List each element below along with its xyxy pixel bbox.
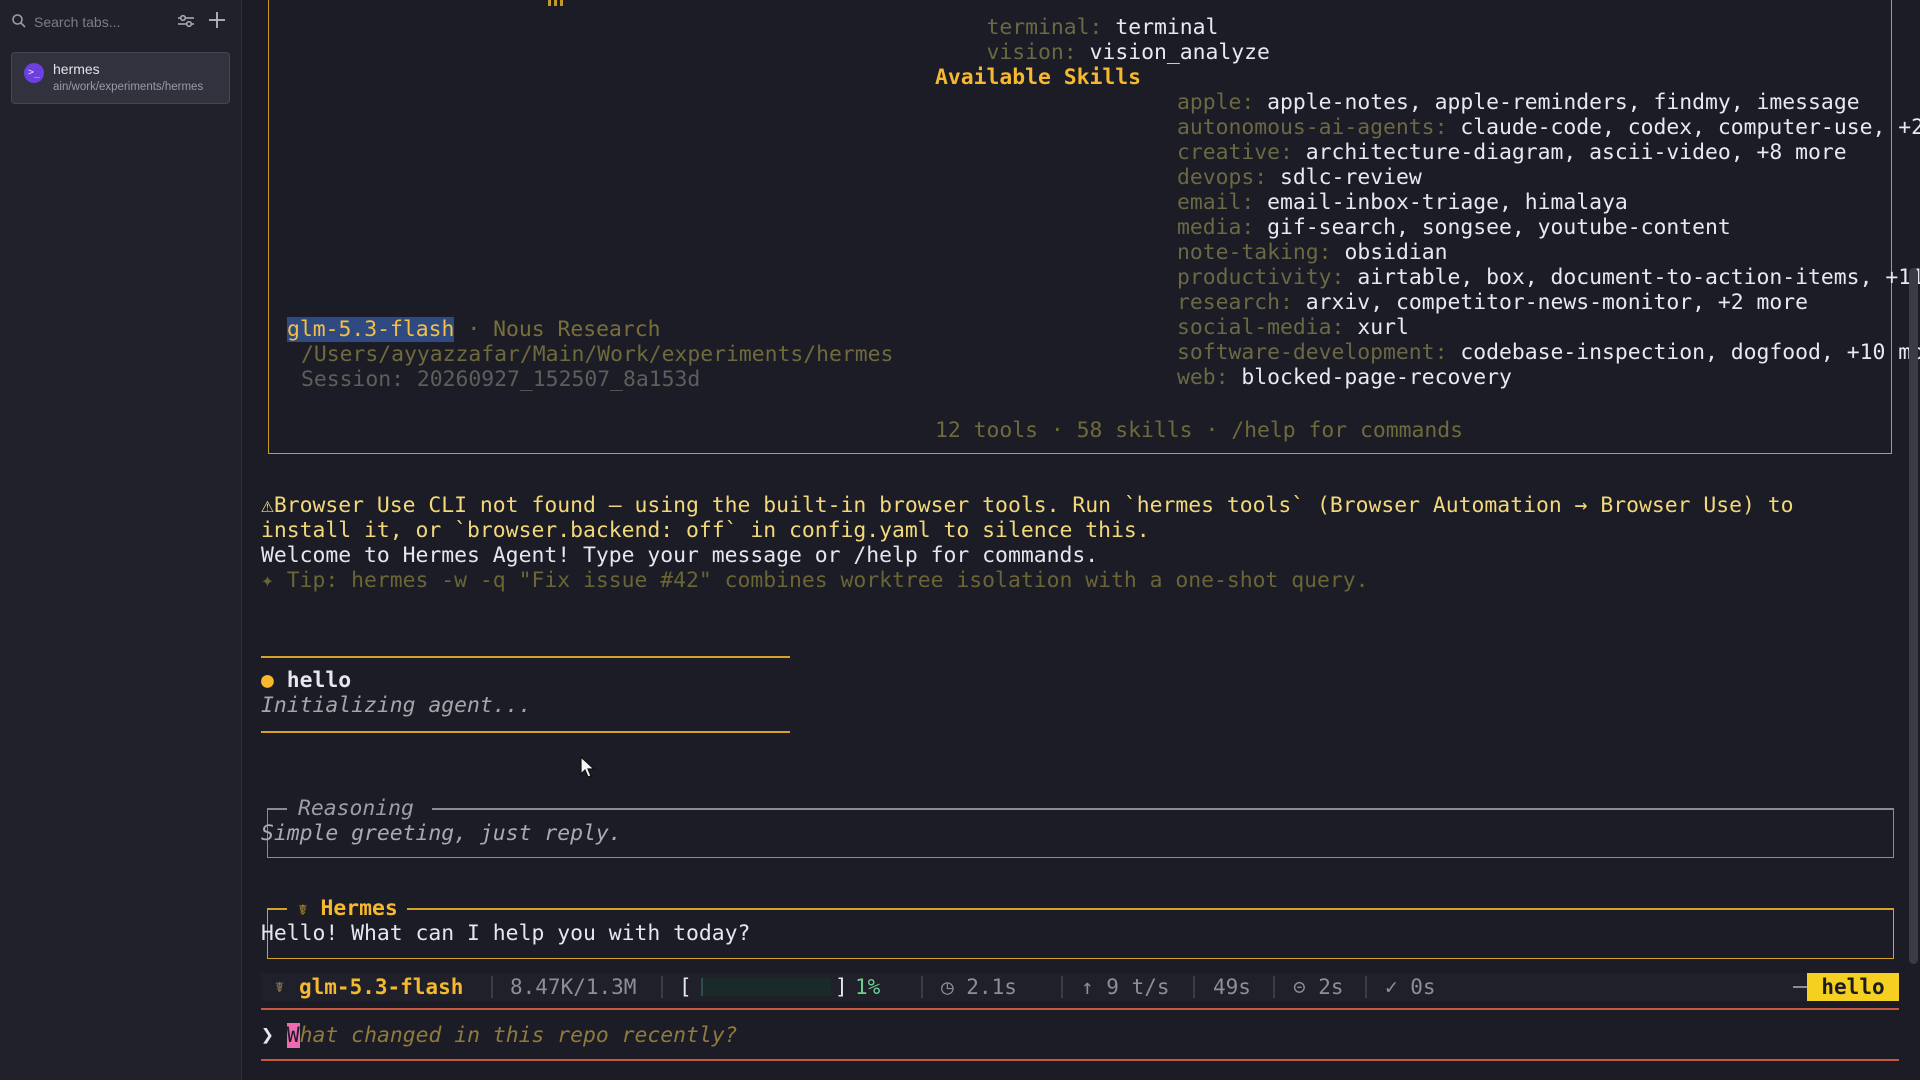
banner-summary: 12 tools · 58 skills · /help for command… (935, 418, 1464, 443)
prompt-placeholder: hat changed in this repo recently? (299, 1023, 738, 1048)
hermes-reply-title: ☤ Hermes (298, 896, 398, 921)
user-bullet-icon: ● (261, 668, 274, 693)
banner-session: Session: 20260927_152507_8a153d (301, 367, 701, 392)
input-bottom-rule (261, 1059, 1899, 1061)
sidebar: >_ hermes ain/work/experiments/hermes (0, 0, 242, 1080)
status-speed: ↑ 9 t/s (1081, 975, 1170, 999)
terminal-pane[interactable]: ⠁⠃⠁ ⠉⠛⠋⠁ ⠙⠛⠛ ⣤⣶⣿⣷⣤⣄⠀⠀⣠⣶⣷⣦ ⣿⣿⡟⠛⢿⣿⡆⢸⣿⠛⣿⡇ ⢿… (242, 0, 1920, 1080)
browser-warning-line2: install it, or `browser.backend: off` in… (261, 518, 1150, 543)
sidebar-tab-hermes[interactable]: >_ hermes ain/work/experiments/hermes (11, 52, 230, 104)
prompt-input[interactable]: ❯ What changed in this repo recently? (261, 1023, 738, 1048)
reasoning-title: Reasoning (298, 796, 414, 821)
status-model: glm-5.3-flash (299, 975, 464, 999)
new-tab-plus-icon[interactable] (206, 9, 228, 31)
status-context-percent: 1% (855, 975, 881, 999)
status-idle: ⊝ 2s (1293, 975, 1344, 999)
tab-title: hermes (53, 61, 100, 77)
status-latency: ◷ 2.1s (941, 975, 1017, 999)
banner-cwd: /Users/ayyazzafar/Main/Work/experiments/… (301, 342, 894, 367)
skill-category-line: creative: architecture-diagram, ascii-vi… (1177, 140, 1847, 165)
caduceus-icon: ☤ (275, 978, 285, 996)
browser-warning-line1: ⚠Browser Use CLI not found — using the b… (261, 493, 1794, 518)
skill-category-line: note-taking: obsidian (1177, 240, 1448, 265)
user-turn-line: ● hello (261, 668, 352, 693)
text-cursor: W (286, 1023, 300, 1048)
tab-path: ain/work/experiments/hermes (53, 81, 204, 93)
skills-heading: Available Skills (935, 65, 1142, 90)
skill-category-line: media: gif-search, songsee, youtube-cont… (1177, 215, 1731, 240)
caduceus-icon: ☤ (298, 900, 308, 919)
skill-category-line: research: arxiv, competitor-news-monitor… (1177, 290, 1809, 315)
filter-icon[interactable] (176, 11, 196, 31)
skill-category-line: autonomous-ai-agents: claude-code, codex… (1177, 115, 1920, 140)
input-top-rule (261, 1008, 1899, 1010)
mouse-pointer-icon (580, 756, 596, 778)
session-title-badge: hello (1807, 973, 1899, 1001)
prompt-chevron-icon: ❯ (261, 1023, 274, 1048)
model-name-highlight: glm-5.3-flash (287, 317, 455, 342)
agent-init-status: Initializing agent... (261, 693, 532, 718)
status-tokens: 8.47K/1.3M (510, 975, 637, 999)
reasoning-text: Simple greeting, just reply. (261, 821, 622, 846)
status-bar: ☤ glm-5.3-flash 8.47K/1.3M [ ] 1% ◷ 2.1s… (261, 973, 1899, 1001)
welcome-message: Welcome to Hermes Agent! Type your messa… (261, 543, 1099, 568)
user-turn-top-rule (261, 656, 790, 658)
skill-category-line: software-development: codebase-inspectio… (1177, 340, 1920, 365)
skill-category-line: productivity: airtable, box, document-to… (1177, 265, 1920, 290)
skill-category-line: web: blocked-page-recovery (1177, 365, 1512, 390)
status-elapsed: 49s (1213, 975, 1251, 999)
search-icon (12, 14, 26, 28)
tab-search-row (0, 0, 241, 42)
svg-text:⠉⠛⠋⠁: ⠉⠛⠋⠁ (420, 0, 464, 8)
skill-category-line: devops: sdlc-review (1177, 165, 1422, 190)
skill-category-line: social-media: xurl (1177, 315, 1409, 340)
skill-category-line: email: email-inbox-triage, himalaya (1177, 190, 1628, 215)
hermes-ascii-logo-icon: ⠁⠃⠁ ⠉⠛⠋⠁ ⠙⠛⠛ ⣤⣶⣿⣷⣤⣄⠀⠀⣠⣶⣷⣦ ⣿⣿⡟⠛⢿⣿⡆⢸⣿⠛⣿⡇ ⢿… (420, 0, 563, 8)
user-turn-bottom-rule (261, 731, 790, 733)
tip-message: ✦ Tip: hermes -w -q "Fix issue #42" comb… (261, 568, 1369, 593)
tab-search-input[interactable] (32, 10, 166, 34)
skill-category-line: apple: apple-notes, apple-reminders, fin… (1177, 90, 1860, 115)
context-usage-bar (701, 978, 831, 996)
context-usage-fill (701, 978, 703, 996)
status-done: ✓ 0s (1385, 975, 1436, 999)
terminal-scrollbar[interactable] (1909, 268, 1918, 964)
terminal-icon: >_ (24, 63, 44, 83)
banner-model-line: glm-5.3-flash · Nous Research (287, 317, 661, 342)
hermes-reply-text: Hello! What can I help you with today? (261, 921, 751, 946)
